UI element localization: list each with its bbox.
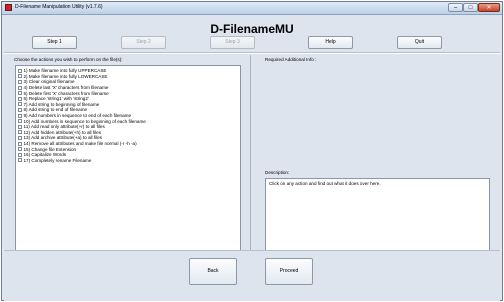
bottom-nav-panel [4, 250, 500, 301]
step3-button[interactable]: Step 3 [210, 36, 255, 49]
minimize-button[interactable]: – [448, 3, 463, 12]
checkbox[interactable] [18, 158, 22, 163]
checkbox[interactable] [18, 124, 22, 129]
app-window: D-Filename Manipulation Utility (v1.7.6)… [1, 1, 503, 301]
quit-button[interactable]: Quit [397, 36, 442, 49]
actions-prompt: Choose the actions you wish to perform o… [14, 57, 123, 62]
checkbox[interactable] [18, 135, 22, 140]
description-label: Description: [265, 170, 290, 175]
checkbox[interactable] [18, 130, 22, 135]
help-button[interactable]: Help [308, 36, 353, 49]
toolbar-separator [4, 52, 500, 54]
checkbox[interactable] [18, 96, 22, 101]
step2-button[interactable]: Step 2 [121, 36, 166, 49]
checkbox[interactable] [18, 85, 22, 90]
description-textbox[interactable]: Click on any action and find out what it… [265, 178, 490, 259]
step1-button[interactable]: Step 1 [32, 36, 77, 49]
checkbox[interactable] [18, 102, 22, 107]
list-item[interactable]: 17) Completely rename Filename [18, 158, 91, 164]
checkbox[interactable] [18, 141, 22, 146]
window-title: D-Filename Manipulation Utility (v1.7.6) [15, 4, 103, 10]
required-info-label: Required Additional Info : [265, 57, 317, 62]
checkbox[interactable] [18, 107, 22, 112]
maximize-button[interactable]: □ [463, 3, 478, 12]
checkbox[interactable] [18, 147, 22, 152]
checkbox[interactable] [18, 74, 22, 79]
app-title: D-FilenameMU [210, 22, 294, 36]
close-button[interactable]: ✕ [478, 3, 500, 12]
proceed-button[interactable]: Proceed [265, 258, 313, 285]
checkbox[interactable] [18, 91, 22, 96]
checkbox[interactable] [18, 119, 22, 124]
checkbox[interactable] [18, 68, 22, 73]
panel-divider [250, 55, 251, 260]
back-button[interactable]: Back [189, 258, 237, 285]
app-icon [5, 4, 12, 11]
checkbox[interactable] [18, 79, 22, 84]
title-bar[interactable]: D-Filename Manipulation Utility (v1.7.6)… [2, 2, 502, 15]
checkbox[interactable] [18, 113, 22, 118]
checkbox[interactable] [18, 152, 22, 157]
actions-checklist[interactable]: 1) Make filename into fully UPPERCASE 2)… [15, 65, 241, 259]
